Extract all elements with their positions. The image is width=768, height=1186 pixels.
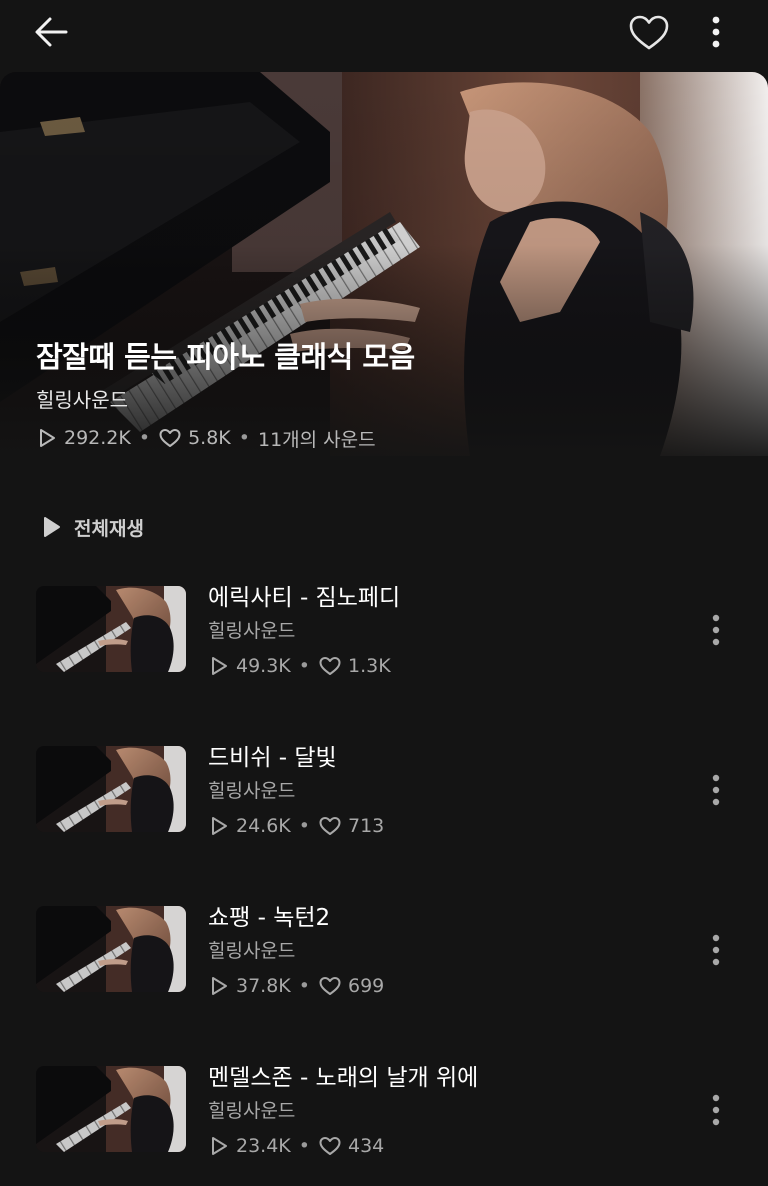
track-stats: 37.8K • 699 (208, 972, 384, 1000)
more-vertical-icon (712, 614, 720, 646)
heart-outline-icon (319, 1137, 341, 1155)
favorite-button[interactable] (626, 12, 672, 54)
track-like-count: 434 (347, 1135, 385, 1157)
track-stats: 49.3K • 1.3K (208, 652, 391, 680)
playlist-like-count: 5.8K (188, 427, 231, 449)
track-play-count: 49.3K (236, 655, 291, 677)
track-artist: 힐링사운드 (208, 620, 296, 642)
arrow-left-icon (35, 17, 68, 47)
play-outline-icon (212, 977, 227, 995)
back-button[interactable] (28, 12, 76, 52)
separator-dot: • (298, 975, 310, 997)
playlist-artist[interactable]: 힐링사운드 (36, 384, 128, 413)
track-thumbnail (36, 746, 186, 832)
track-title: 쇼팽 - 녹턴2 (208, 905, 331, 931)
track-row[interactable]: 쇼팽 - 녹턴2 힐링사운드 37.8K • 699 (0, 905, 768, 1026)
more-vertical-icon (712, 1094, 720, 1126)
heart-outline-icon (319, 977, 341, 995)
playlist-play-count: 292.2K (64, 427, 131, 449)
track-title: 멘델스존 - 노래의 날개 위에 (208, 1065, 479, 1091)
track-artist: 힐링사운드 (208, 1100, 296, 1122)
more-vertical-icon (712, 934, 720, 966)
track-title: 드비쉬 - 달빛 (208, 745, 337, 771)
play-outline-icon (212, 657, 227, 675)
track-row[interactable]: 에릭사티 - 짐노페디 힐링사운드 49.3K • 1.3K (0, 585, 768, 706)
play-outline-icon (40, 429, 55, 447)
track-thumbnail (36, 586, 186, 672)
track-more-button[interactable] (700, 1088, 732, 1132)
heart-outline-icon (319, 817, 341, 835)
separator-dot: • (298, 1135, 310, 1157)
track-row[interactable]: 멘델스존 - 노래의 날개 위에 힐링사운드 23.4K • 434 (0, 1065, 768, 1186)
play-all-button[interactable]: 전체재생 (40, 512, 144, 542)
playlist-hero: 잠잘때 듣는 피아노 클래식 모음 힐링사운드 292.2K • 5.8K • … (0, 72, 768, 456)
more-vertical-icon (712, 774, 720, 806)
play-outline-icon (212, 817, 227, 835)
playlist-title: 잠잘때 듣는 피아노 클래식 모음 (36, 340, 415, 374)
app-screen: 잠잘때 듣는 피아노 클래식 모음 힐링사운드 292.2K • 5.8K • … (0, 0, 768, 1186)
heart-outline-icon (319, 657, 341, 675)
track-play-count: 37.8K (236, 975, 291, 997)
track-row[interactable]: 드비쉬 - 달빛 힐링사운드 24.6K • 713 (0, 745, 768, 866)
track-like-count: 699 (347, 975, 385, 997)
track-artist: 힐링사운드 (208, 780, 296, 802)
track-more-button[interactable] (700, 768, 732, 812)
play-all-label: 전체재생 (74, 517, 144, 540)
track-title: 에릭사티 - 짐노페디 (208, 585, 401, 611)
separator-dot: • (238, 427, 250, 449)
heart-outline-icon (159, 429, 181, 447)
track-like-count: 713 (347, 815, 385, 837)
track-like-count: 1.3K (347, 655, 391, 677)
more-vertical-icon (712, 16, 720, 48)
separator-dot: • (298, 655, 310, 677)
separator-dot: • (138, 427, 151, 449)
playlist-sound-count: 11개의 사운드 (257, 428, 376, 451)
track-artist: 힐링사운드 (208, 940, 296, 962)
track-stats: 23.4K • 434 (208, 1132, 384, 1160)
track-thumbnail (36, 1066, 186, 1152)
track-stats: 24.6K • 713 (208, 812, 384, 840)
track-play-count: 23.4K (236, 1135, 291, 1157)
top-bar (0, 0, 768, 68)
more-options-button[interactable] (700, 12, 732, 54)
track-more-button[interactable] (700, 928, 732, 972)
track-play-count: 24.6K (236, 815, 291, 837)
separator-dot: • (298, 815, 310, 837)
play-outline-icon (212, 1137, 227, 1155)
playlist-stats: 292.2K • 5.8K • 11개의 사운드 (36, 424, 376, 452)
track-more-button[interactable] (700, 608, 732, 652)
track-thumbnail (36, 906, 186, 992)
play-filled-icon (44, 517, 60, 537)
heart-outline-icon (629, 15, 669, 50)
